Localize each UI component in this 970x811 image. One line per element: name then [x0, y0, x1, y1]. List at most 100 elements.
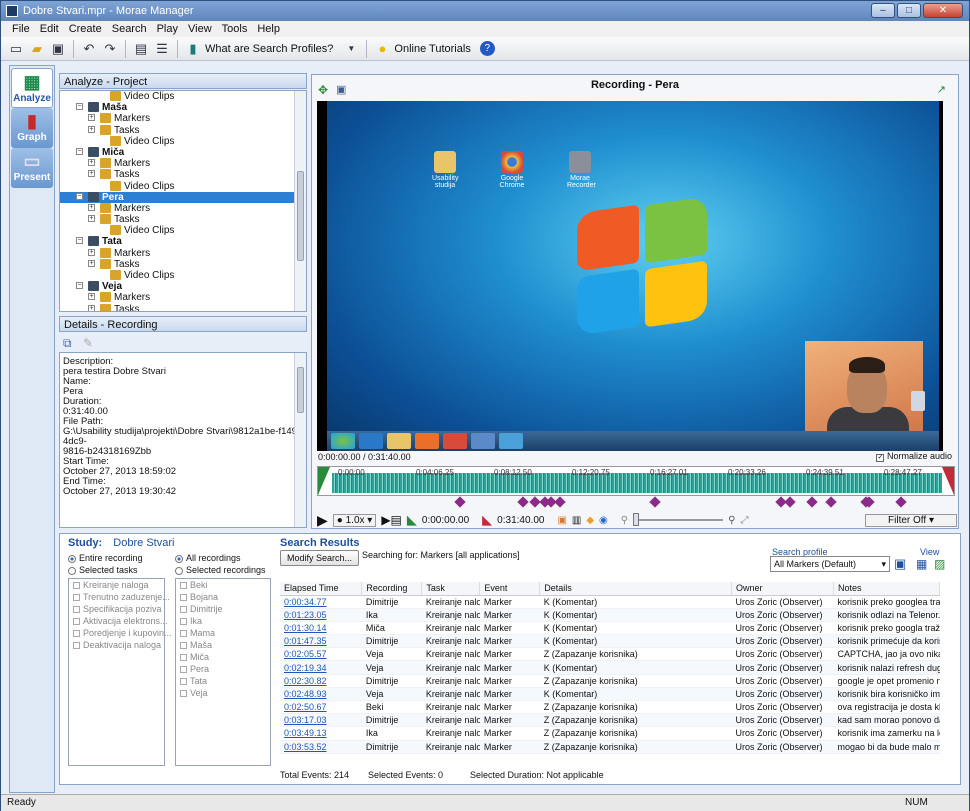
copy-icon[interactable]: ⧉ — [63, 336, 72, 351]
menu-view[interactable]: View — [183, 21, 217, 37]
expand-icon[interactable]: + — [88, 203, 95, 211]
menu-edit[interactable]: Edit — [35, 21, 64, 37]
table-row[interactable]: 0:01:23.05IkaKreiranje nalogaMarkerK (Ko… — [280, 608, 940, 622]
thumbnail-view-icon[interactable]: ▨ — [934, 557, 945, 571]
tree-item[interactable]: + Markers — [60, 292, 306, 303]
project-tree[interactable]: Video Clips − Maša + Markers + Tasks Video Clip… — [59, 90, 307, 312]
out-point-handle[interactable] — [942, 467, 954, 495]
book-icon[interactable]: ▮ — [184, 40, 202, 58]
marker-diamond[interactable] — [554, 496, 567, 508]
zoom-in-icon[interactable]: ⚲ — [728, 515, 735, 526]
marker-diamond[interactable] — [825, 496, 837, 508]
elapsed-time-link[interactable]: 0:01:23.05 — [280, 608, 362, 622]
marker-diamond[interactable] — [649, 496, 661, 508]
column-header[interactable]: Notes — [833, 582, 941, 596]
zoom-slider[interactable] — [633, 513, 724, 526]
all-recordings-radio[interactable]: All recordings — [175, 553, 241, 563]
search-profile-select[interactable]: All Markers (Default) ▾ — [770, 556, 890, 572]
tree-item[interactable]: + Markers — [60, 113, 306, 124]
task-option[interactable]: Poredjenje i kupovin... — [69, 627, 172, 639]
marker-diamond[interactable] — [453, 496, 466, 508]
speed-selector[interactable]: ● 1.0x ▾ — [332, 513, 377, 527]
table-row[interactable]: 0:01:30.14MičaKreiranje nalogaMarkerK (K… — [280, 621, 940, 636]
save-profile-icon[interactable]: ▣ — [894, 556, 906, 572]
task-option[interactable]: Kreiranje naloga — [69, 579, 164, 591]
audio-timeline[interactable]: 0:00:00 0:04:06.25 0:08:12.50 0:12:20.75 0:1… — [317, 466, 955, 496]
tree-item[interactable]: Video Clips — [60, 270, 306, 281]
entire-recording-radio[interactable]: Entire recording — [68, 553, 143, 563]
marker-diamond[interactable] — [806, 496, 819, 508]
recording-option[interactable]: Dimitrije — [176, 603, 270, 615]
recording-option[interactable]: Beki — [176, 579, 270, 591]
selected-recordings-radio[interactable]: Selected recordings — [175, 565, 266, 575]
marker-diamond[interactable] — [784, 496, 797, 508]
table-row[interactable]: 0:03:49.13IkaKreiranje nalogaMarkerZ (Za… — [280, 726, 940, 741]
snapshot-icon[interactable]: ◉ — [599, 515, 608, 526]
normalize-audio-checkbox[interactable]: ✓ Normalize audio — [876, 451, 952, 462]
table-row[interactable]: 0:02:30.82DimitrijeKreiranje nalogaMarke… — [280, 674, 940, 688]
tree-item[interactable]: − Miča — [60, 146, 306, 158]
task-option[interactable]: Trenutno zaduzenje... — [69, 591, 170, 603]
properties-icon[interactable]: ☰ — [153, 40, 171, 58]
tree-item[interactable]: + Tasks — [60, 214, 306, 225]
recording-option[interactable]: Pera — [176, 663, 270, 675]
analyze-tab[interactable]: ▦ Analyze — [11, 68, 53, 108]
marker-track[interactable] — [317, 496, 955, 508]
filter-dropdown[interactable]: Filter Off ▾ — [865, 513, 957, 527]
elapsed-time-link[interactable]: 0:02:30.82 — [280, 674, 362, 688]
tree-item[interactable]: Video Clips — [60, 180, 306, 192]
selected-tasks-radio[interactable]: Selected tasks — [68, 565, 138, 575]
column-header[interactable]: Owner — [731, 582, 834, 596]
expand-icon[interactable]: + — [88, 170, 95, 178]
table-view-icon[interactable]: ▦ — [916, 557, 927, 571]
graph-tab[interactable]: ▮ Graph — [11, 108, 53, 148]
table-row[interactable]: 0:03:53.52DimitrijeKreiranje nalogaMarke… — [280, 740, 940, 754]
details-scrollbar[interactable] — [294, 353, 306, 527]
out-flag-icon[interactable]: ◣ — [482, 512, 492, 528]
dropdown-arrow-icon[interactable]: ▼ — [342, 40, 360, 58]
tree-scrollbar[interactable] — [294, 91, 306, 311]
save-icon[interactable]: ▣ — [49, 40, 67, 58]
table-row[interactable]: 0:02:48.93VejaKreiranje nalogaMarkerK (K… — [280, 687, 940, 702]
expand-icon[interactable]: − — [76, 147, 83, 155]
redo-icon[interactable]: ↷ — [101, 40, 119, 58]
recording-option[interactable]: Veja — [176, 687, 270, 699]
tree-item[interactable]: + Markers — [60, 247, 306, 259]
expand-icon[interactable]: + — [88, 259, 95, 267]
task-option[interactable]: Deaktivacija naloga — [69, 639, 164, 651]
column-header[interactable]: Recording — [361, 582, 423, 596]
elapsed-time-link[interactable]: 0:01:47.35 — [280, 634, 362, 649]
fit-icon[interactable]: ⤢ — [740, 515, 748, 526]
clip-icon[interactable]: ▶▤ — [381, 513, 402, 527]
expand-icon[interactable]: + — [88, 248, 95, 256]
film-icon[interactable]: ▥ — [572, 515, 581, 526]
search-profiles-button[interactable]: What are Search Profiles? — [205, 43, 333, 55]
elapsed-time-link[interactable]: 0:02:05.57 — [280, 647, 362, 662]
task-list[interactable]: Kreiranje naloga Trenutno zaduzenje... Spe… — [68, 578, 172, 766]
import-icon[interactable]: ▤ — [132, 40, 150, 58]
tree-item[interactable]: − Pera — [60, 191, 306, 203]
tree-item[interactable]: + Markers — [60, 158, 306, 169]
table-row[interactable]: 0:02:19.34VejaKreiranje nalogaMarkerK (K… — [280, 660, 940, 675]
expand-icon[interactable]: + — [88, 304, 95, 311]
close-button[interactable]: ✕ — [923, 3, 963, 18]
minimize-button[interactable]: – — [871, 3, 895, 18]
menu-play[interactable]: Play — [152, 21, 183, 37]
elapsed-time-link[interactable]: 0:03:17.03 — [280, 713, 362, 728]
table-row[interactable]: 0:02:05.57VejaKreiranje nalogaMarkerZ (Z… — [280, 647, 940, 662]
marker-diamond-icon[interactable]: ◆ — [586, 515, 594, 526]
elapsed-time-link[interactable]: 0:00:34.77 — [280, 595, 362, 609]
task-option[interactable]: Specifikacija poziva — [69, 603, 164, 615]
expand-icon[interactable]: − — [76, 192, 83, 200]
column-header[interactable]: Details — [539, 582, 732, 596]
recording-option[interactable]: Bojana — [176, 591, 270, 603]
modify-search-button[interactable]: Modify Search... — [280, 550, 360, 566]
elapsed-time-link[interactable]: 0:02:19.34 — [280, 660, 362, 675]
marker-diamond[interactable] — [516, 496, 529, 508]
play-button[interactable]: ▶ — [317, 512, 328, 529]
elapsed-time-link[interactable]: 0:01:30.14 — [280, 621, 362, 636]
elapsed-time-link[interactable]: 0:03:53.52 — [280, 740, 362, 754]
present-tab[interactable]: ▭ Present — [11, 148, 53, 188]
zoom-out-icon[interactable]: ⚲ — [621, 515, 628, 526]
new-file-icon[interactable]: ▭ — [7, 40, 25, 58]
